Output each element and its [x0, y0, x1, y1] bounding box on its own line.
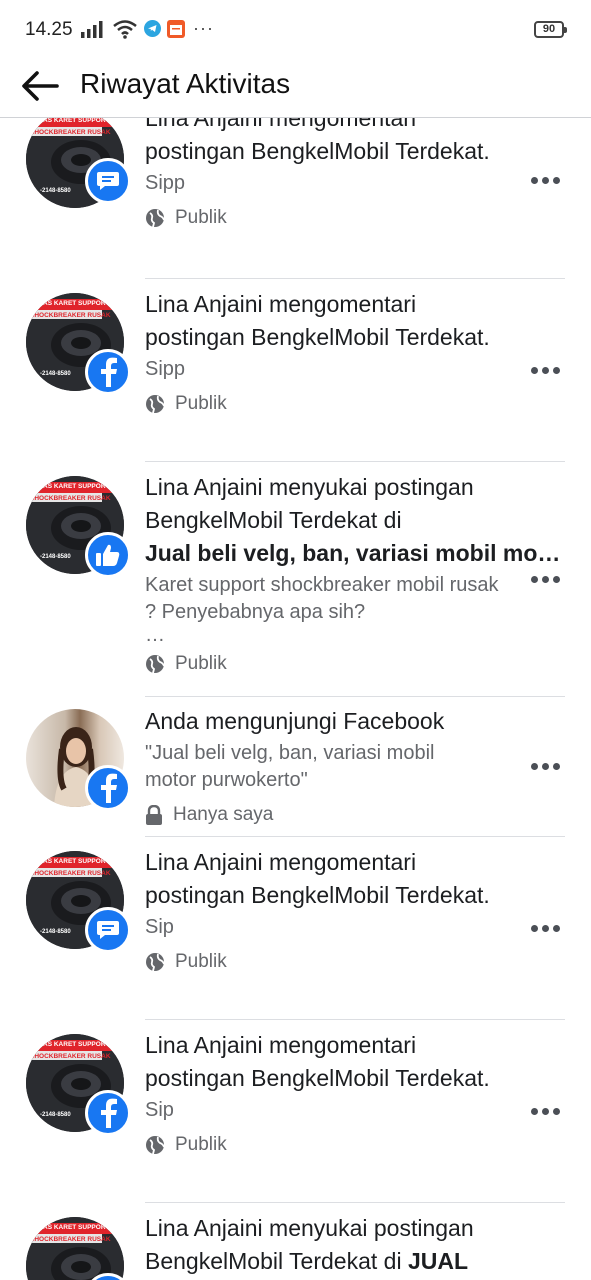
status-icons: ···: [80, 18, 214, 39]
telegram-icon: [144, 20, 161, 37]
activity-headline: Lina Anjaini menyukai postingan BengkelM…: [145, 1212, 505, 1278]
activity-feed[interactable]: EBAS KARET SUPPORT SHOCKBREAKER RUSAK -214…: [0, 118, 591, 1280]
privacy-text: Publik: [175, 207, 227, 228]
post-thumbnail: EBAS KARET SUPPORTSHOCKBREAKER RUSAK-214…: [26, 1217, 124, 1280]
more-options-button[interactable]: [524, 1096, 566, 1126]
svg-text:-2148-8580: -2148-8580: [40, 188, 71, 194]
page-title: Riwayat Aktivitas: [80, 68, 291, 99]
activity-snippet: Sipp: [145, 172, 186, 194]
comment-badge: [85, 907, 131, 953]
wifi-icon: [113, 19, 137, 39]
svg-text:-2148-8580: -2148-8580: [40, 929, 71, 935]
comment-icon: [97, 921, 119, 939]
activity-headline: Lina Anjaini mengomentari postingan Beng…: [145, 118, 490, 164]
more-options-button[interactable]: [524, 913, 566, 943]
battery-icon: 90: [534, 21, 567, 38]
svg-text:SHOCKBREAKER RUSAK: SHOCKBREAKER RUSAK: [30, 129, 111, 136]
app-header: Riwayat Aktivitas: [0, 60, 591, 118]
lock-icon: [146, 805, 162, 825]
globe-icon: [146, 1136, 165, 1155]
divider: [145, 696, 565, 697]
svg-text:EBAS KARET SUPPORT: EBAS KARET SUPPORT: [34, 118, 110, 124]
calendar-app-icon: [167, 19, 185, 38]
divider: [145, 1202, 565, 1203]
globe-icon: [146, 209, 165, 228]
comment-badge: [85, 158, 131, 204]
privacy-label: Hanya saya: [145, 804, 485, 826]
privacy-label: Publik: [145, 951, 515, 973]
activity-snippet: "Jual beli velg, ban, variasi mobil moto…: [145, 742, 435, 791]
more-options-button[interactable]: [524, 564, 566, 594]
divider: [145, 836, 565, 837]
svg-text:-2148-8580: -2148-8580: [40, 554, 71, 560]
facebook-icon: [101, 773, 117, 803]
like-badge: [85, 532, 131, 578]
more-notifications-icon: ···: [193, 18, 214, 38]
status-bar: 14.25 ··· 90: [0, 0, 591, 60]
svg-text:SHOCKBREAKER RUSAK: SHOCKBREAKER RUSAK: [30, 1053, 111, 1060]
activity-headline: Lina Anjaini menyukai postingan BengkelM…: [145, 471, 560, 570]
privacy-text: Publik: [175, 653, 227, 674]
svg-text:SHOCKBREAKER RUSAK: SHOCKBREAKER RUSAK: [30, 1236, 111, 1243]
svg-text:-2148-8580: -2148-8580: [40, 371, 71, 377]
activity-headline: Lina Anjaini mengomentari postingan Beng…: [145, 1032, 490, 1091]
status-time: 14.25: [25, 19, 73, 40]
privacy-label: Publik: [145, 393, 515, 415]
like-icon: [96, 544, 120, 566]
divider: [145, 278, 565, 279]
activity-headline: Anda mengunjungi Facebook: [145, 708, 445, 734]
facebook-icon: [101, 357, 117, 387]
activity-snippet: Sipp: [145, 358, 186, 380]
globe-icon: [146, 953, 165, 972]
svg-text:EBAS KARET SUPPORT: EBAS KARET SUPPORT: [34, 300, 110, 307]
activity-headline: Lina Anjaini mengomentari postingan Beng…: [145, 291, 490, 350]
globe-icon: [146, 655, 165, 674]
group-link[interactable]: JUAL: [408, 1248, 468, 1274]
svg-text:EBAS KARET SUPPORT: EBAS KARET SUPPORT: [34, 1041, 110, 1048]
svg-text:EBAS KARET SUPPORT: EBAS KARET SUPPORT: [34, 483, 110, 490]
facebook-badge: [85, 1090, 131, 1136]
divider: [145, 461, 565, 462]
thumbnail-image: EBAS KARET SUPPORTSHOCKBREAKER RUSAK-214…: [26, 1217, 124, 1280]
svg-text:EBAS KARET SUPPORT: EBAS KARET SUPPORT: [34, 1224, 110, 1231]
privacy-text: Publik: [175, 1134, 227, 1155]
divider: [145, 1019, 565, 1020]
activity-snippet: Sip: [145, 1099, 174, 1121]
privacy-label: Publik: [145, 653, 505, 675]
more-options-button[interactable]: [524, 751, 566, 781]
privacy-text: Hanya saya: [173, 804, 274, 825]
svg-text:SHOCKBREAKER RUSAK: SHOCKBREAKER RUSAK: [30, 870, 111, 877]
snippet-more: …: [145, 624, 165, 646]
arrow-left-icon: [22, 71, 59, 101]
comment-icon: [97, 172, 119, 190]
globe-icon: [146, 395, 165, 414]
privacy-text: Publik: [175, 951, 227, 972]
activity-headline: Lina Anjaini mengomentari postingan Beng…: [145, 849, 490, 908]
privacy-label: Publik: [145, 207, 515, 229]
facebook-badge: [85, 765, 131, 811]
privacy-text: Publik: [175, 393, 227, 414]
facebook-icon: [101, 1098, 117, 1128]
svg-text:-2148-8580: -2148-8580: [40, 1112, 71, 1118]
signal-icon: [81, 20, 103, 38]
group-link[interactable]: Jual beli velg, ban, variasi mobil mo…: [145, 540, 560, 566]
activity-snippet: Sip: [145, 916, 174, 938]
svg-text:EBAS KARET SUPPORT: EBAS KARET SUPPORT: [34, 858, 110, 865]
headline-text: Lina Anjaini menyukai postingan BengkelM…: [145, 474, 474, 533]
activity-snippet: Karet support shockbreaker mobil rusak ?…: [145, 574, 499, 623]
svg-text:SHOCKBREAKER RUSAK: SHOCKBREAKER RUSAK: [30, 312, 111, 319]
svg-text:SHOCKBREAKER RUSAK: SHOCKBREAKER RUSAK: [30, 495, 111, 502]
more-options-button[interactable]: [524, 355, 566, 385]
privacy-label: Publik: [145, 1134, 515, 1156]
back-button[interactable]: [18, 64, 62, 108]
facebook-badge: [85, 349, 131, 395]
more-options-button[interactable]: [524, 165, 566, 195]
